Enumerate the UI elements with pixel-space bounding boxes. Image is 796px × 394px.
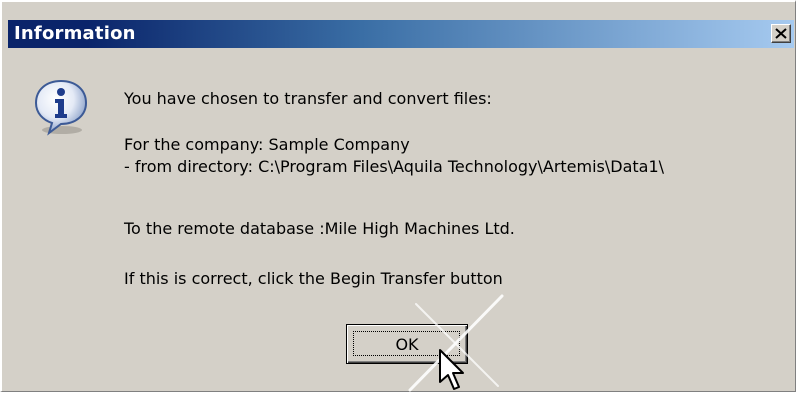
mouse-cursor-icon — [439, 349, 464, 390]
message-line-2: For the company: Sample Company — [124, 135, 410, 154]
info-icon — [34, 79, 88, 136]
title-bar[interactable]: Information — [8, 20, 794, 48]
message-line-5: If this is correct, click the Begin Tran… — [124, 269, 503, 288]
message-line-3: - from directory: C:\Program Files\Aquil… — [124, 157, 665, 176]
dialog-title: Information — [14, 23, 136, 44]
close-button[interactable] — [771, 24, 791, 43]
message-line-1: You have chosen to transfer and convert … — [124, 89, 492, 108]
information-dialog: Information You have chosen to transfer … — [0, 0, 796, 392]
ok-button-label: OK — [395, 334, 419, 354]
close-icon — [775, 28, 787, 39]
message-line-4: To the remote database :Mile High Machin… — [124, 219, 515, 238]
